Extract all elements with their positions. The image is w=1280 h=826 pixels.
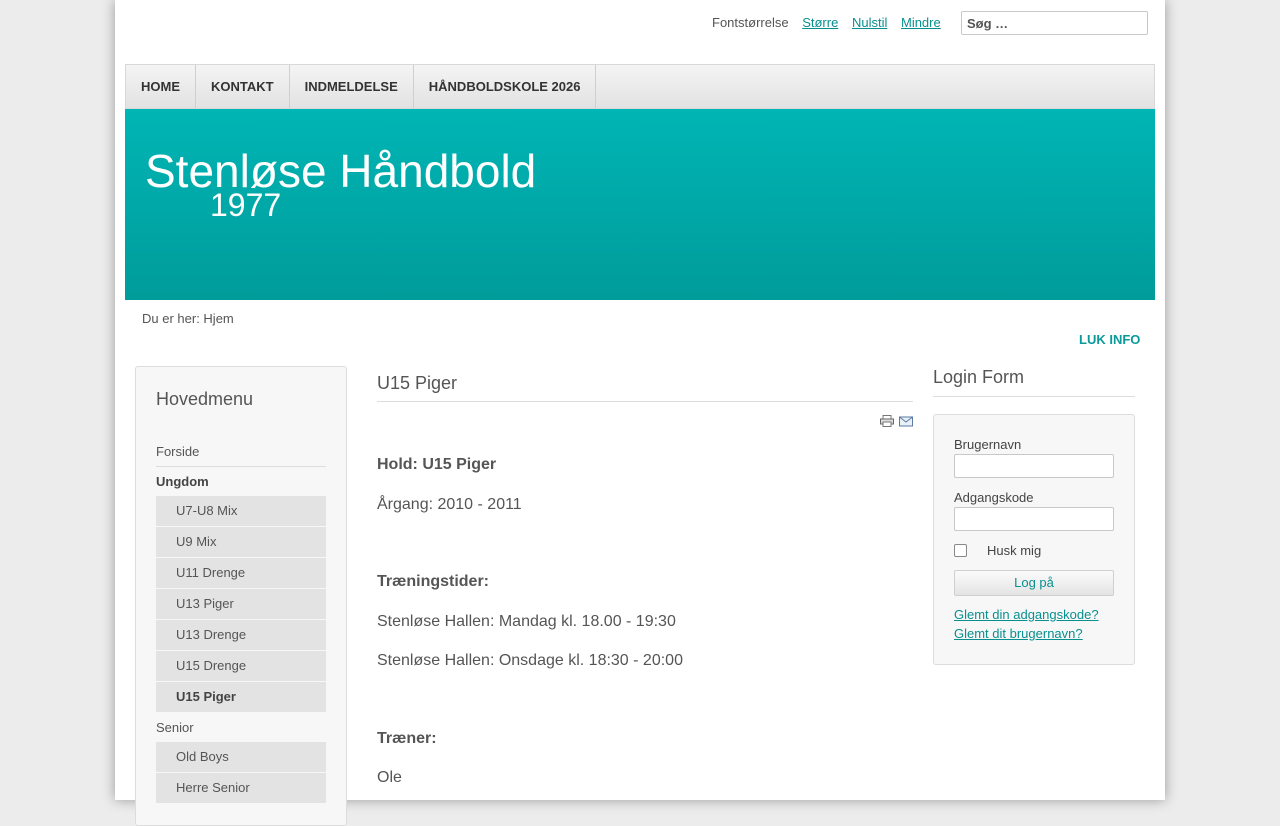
font-size-label: Fontstørrelse [712,15,789,30]
submenu-item[interactable]: Herre Senior [156,773,326,803]
article-title: U15 Piger [377,366,913,402]
training-heading: Træningstider: [377,573,490,590]
submenu-item[interactable]: U9 Mix [156,527,326,557]
password-field[interactable] [954,507,1114,531]
login-form: Brugernavn Adgangskode Husk mig Log på G… [933,414,1135,665]
submenu-item[interactable]: U13 Piger [156,589,326,619]
main-menu-panel: Hovedmenu Forside Ungdom U7-U8 Mix U9 Mi… [135,366,347,826]
team-heading: Hold: U15 Piger [377,456,497,473]
site-subtitle: 1977 [210,187,282,223]
submenu-item[interactable]: U7-U8 Mix [156,496,326,526]
login-button[interactable]: Log på [954,570,1114,596]
breadcrumb: Du er her: Hjem [142,311,234,326]
birth-years: Årgang: 2010 - 2011 [377,496,522,513]
font-smaller-link[interactable]: Mindre [901,15,941,30]
training-time-2: Stenløse Hallen: Onsdage kl. 18:30 - 20:… [377,652,683,669]
password-label: Adgangskode [954,490,1034,505]
email-icon[interactable] [899,415,913,427]
submenu-item[interactable]: U15 Drenge [156,651,326,681]
username-field[interactable] [954,454,1114,478]
username-label: Brugernavn [954,437,1022,452]
font-larger-link[interactable]: Større [802,15,838,30]
main-menu-title: Hovedmenu [156,389,254,409]
remember-me-checkbox[interactable] [954,544,967,557]
submenu-item[interactable]: U11 Drenge [156,558,326,588]
remember-me-label: Husk mig [987,543,1042,558]
site-header: Stenløse Håndbold 1977 [125,109,1155,300]
coach-heading: Træner: [377,730,437,747]
site-title[interactable]: Stenløse Håndbold [145,144,536,198]
nav-kontakt[interactable]: KONTAKT [196,65,290,108]
article: U15 Piger Hold: U15 Piger Årgang: 2010 -… [377,366,913,786]
submenu-item[interactable]: U13 Drenge [156,620,326,650]
main-nav: HOME KONTAKT INDMELDELSE HÅNDBOLDSKOLE 2… [125,64,1155,109]
forgot-password-link[interactable]: Glemt din adgangskode? [954,607,1099,622]
menu-item-ungdom[interactable]: Ungdom [156,467,326,496]
coach-name: Ole [377,769,402,786]
search-input[interactable] [961,11,1148,35]
forgot-username-link[interactable]: Glemt dit brugernavn? [954,626,1083,641]
article-icons [880,415,913,427]
menu-item-senior[interactable]: Senior [156,713,326,742]
login-title: Login Form [933,367,1135,397]
main-menu: Forside Ungdom U7-U8 Mix U9 Mix U11 Dren… [156,437,326,804]
nav-haandboldskole[interactable]: HÅNDBOLDSKOLE 2026 [414,65,597,108]
submenu-item[interactable]: Old Boys [156,742,326,772]
page-container: Fontstørrelse Større Nulstil Mindre HOME… [115,0,1165,826]
font-reset-link[interactable]: Nulstil [852,15,887,30]
nav-indmeldelse[interactable]: INDMELDELSE [290,65,414,108]
print-icon[interactable] [880,415,894,427]
font-size-controls: Fontstørrelse Større Nulstil Mindre [712,15,941,30]
nav-home[interactable]: HOME [126,65,196,108]
submenu-item-active[interactable]: U15 Piger [156,682,326,712]
close-info-toggle[interactable]: LUK INFO [1079,332,1140,347]
training-time-1: Stenløse Hallen: Mandag kl. 18.00 - 19:3… [377,613,676,630]
menu-item-forside[interactable]: Forside [156,437,326,467]
